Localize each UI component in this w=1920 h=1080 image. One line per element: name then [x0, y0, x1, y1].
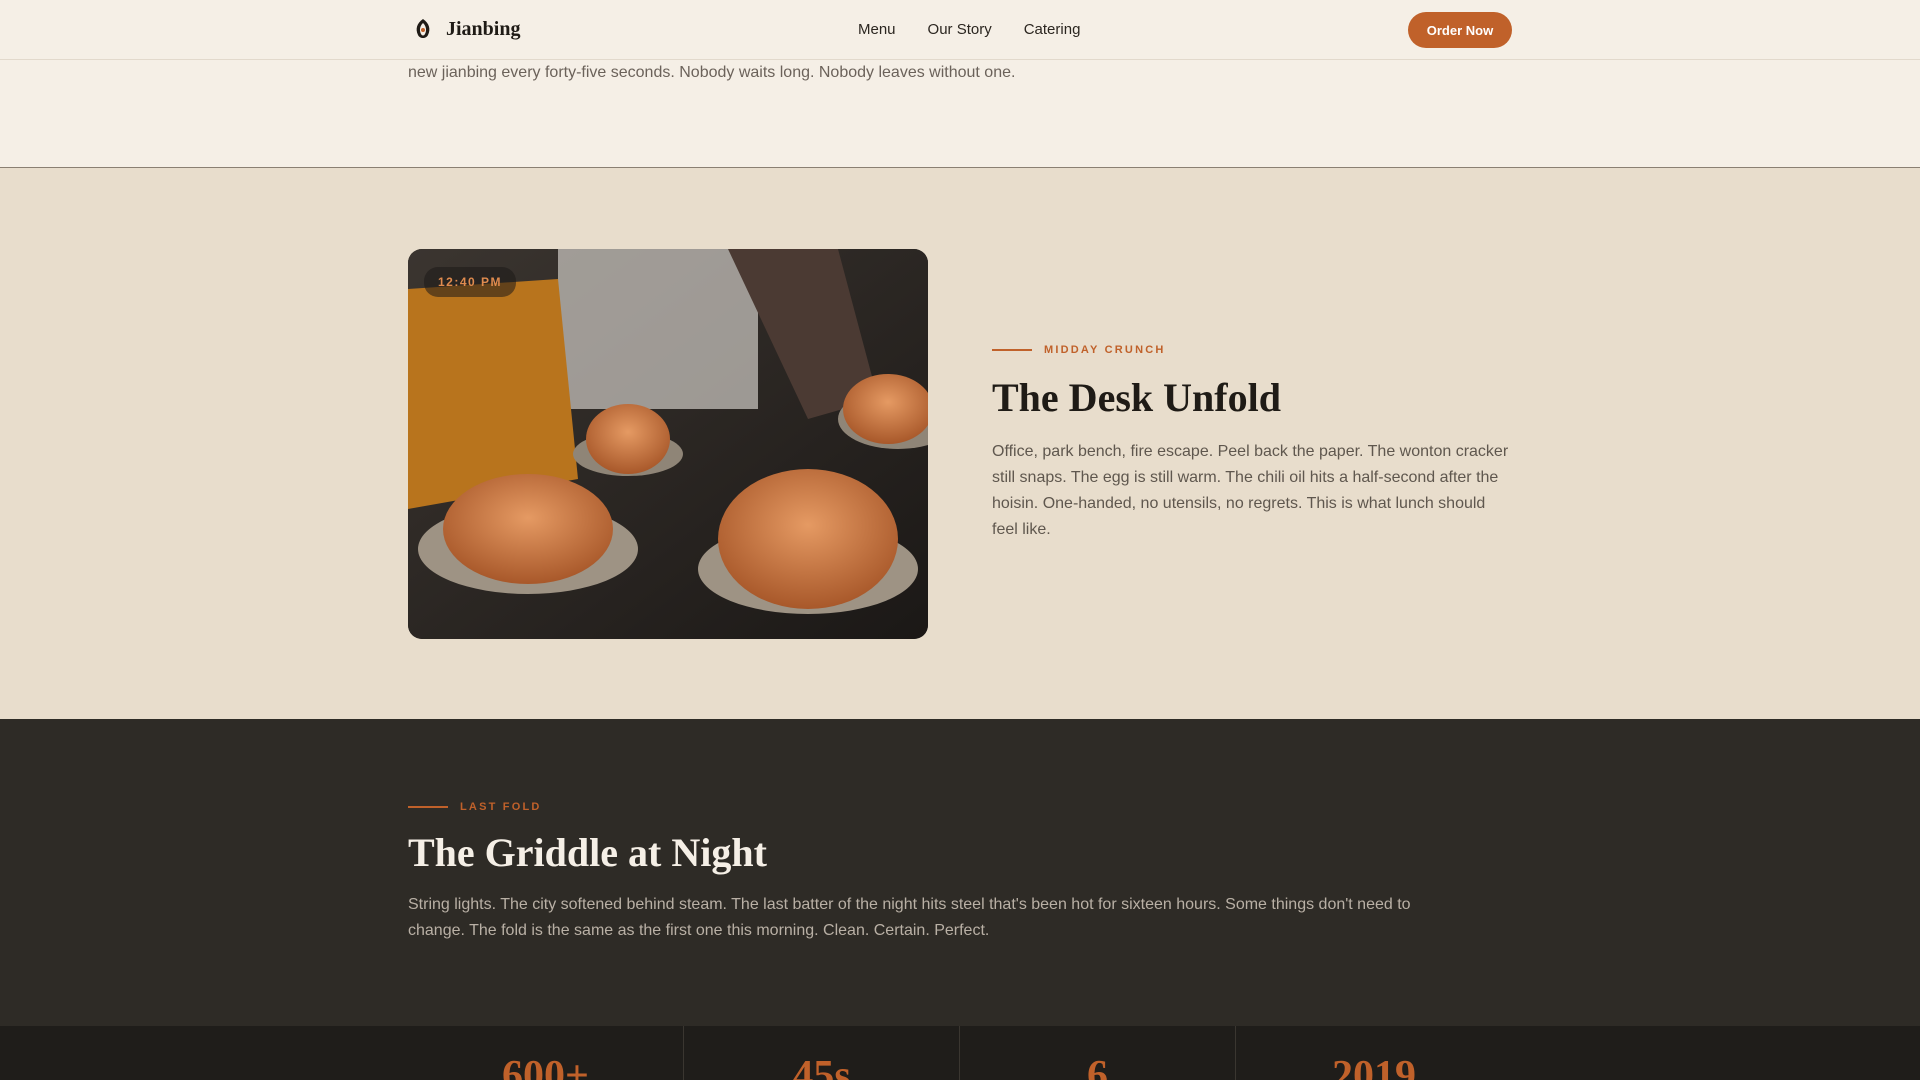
brand[interactable]: Jianbing	[412, 16, 520, 42]
night-eyebrow: LAST FOLD	[408, 801, 1428, 813]
food-photo: 12:40 PM	[408, 249, 928, 639]
stat-value: 6	[1087, 1053, 1108, 1080]
eyebrow-line	[992, 349, 1032, 351]
stat-value: 2019	[1332, 1053, 1416, 1080]
nav-catering[interactable]: Catering	[1024, 21, 1081, 38]
eyebrow-label: LAST FOLD	[460, 801, 542, 813]
stat-item: 6	[960, 1026, 1236, 1080]
main-nav: Menu Our Story Catering	[858, 21, 1080, 38]
stat-item: 45s	[684, 1026, 960, 1080]
eyebrow-line	[408, 806, 448, 808]
stat-item: 600+	[408, 1026, 684, 1080]
midday-section: 12:40 PM MIDDAY CRUNCH The Desk Unfold O…	[0, 168, 1920, 719]
stat-item: 2019	[1236, 1026, 1512, 1080]
nav-our-story[interactable]: Our Story	[928, 21, 992, 38]
time-badge: 12:40 PM	[424, 267, 517, 297]
stat-value: 45s	[792, 1053, 851, 1080]
midday-eyebrow: MIDDAY CRUNCH	[992, 344, 1514, 356]
midday-body: Office, park bench, fire escape. Peel ba…	[992, 443, 1509, 538]
stat-value: 600+	[502, 1053, 589, 1080]
eyebrow-label: MIDDAY CRUNCH	[1044, 344, 1166, 356]
midday-title: The Desk Unfold	[992, 375, 1281, 420]
midday-copy: MIDDAY CRUNCH The Desk Unfold Office, pa…	[992, 344, 1514, 543]
bun-tray-illustration	[408, 249, 928, 639]
order-now-button[interactable]: Order Now	[1408, 12, 1512, 48]
jianbing-logo-icon	[412, 16, 434, 42]
night-copy: LAST FOLD The Griddle at Night String li…	[408, 801, 1428, 944]
intro-paragraph-tail: new jianbing every forty-five seconds. N…	[408, 64, 1016, 81]
night-body: String lights. The city softened behind …	[408, 896, 1411, 939]
night-title: The Griddle at Night	[408, 830, 767, 875]
nav-menu[interactable]: Menu	[858, 21, 896, 38]
site-header: Jianbing Menu Our Story Catering Order N…	[0, 0, 1920, 60]
night-section: LAST FOLD The Griddle at Night String li…	[0, 719, 1920, 1026]
stats-band: 600+ 45s 6 2019	[0, 1026, 1920, 1080]
brand-name: Jianbing	[446, 17, 521, 40]
